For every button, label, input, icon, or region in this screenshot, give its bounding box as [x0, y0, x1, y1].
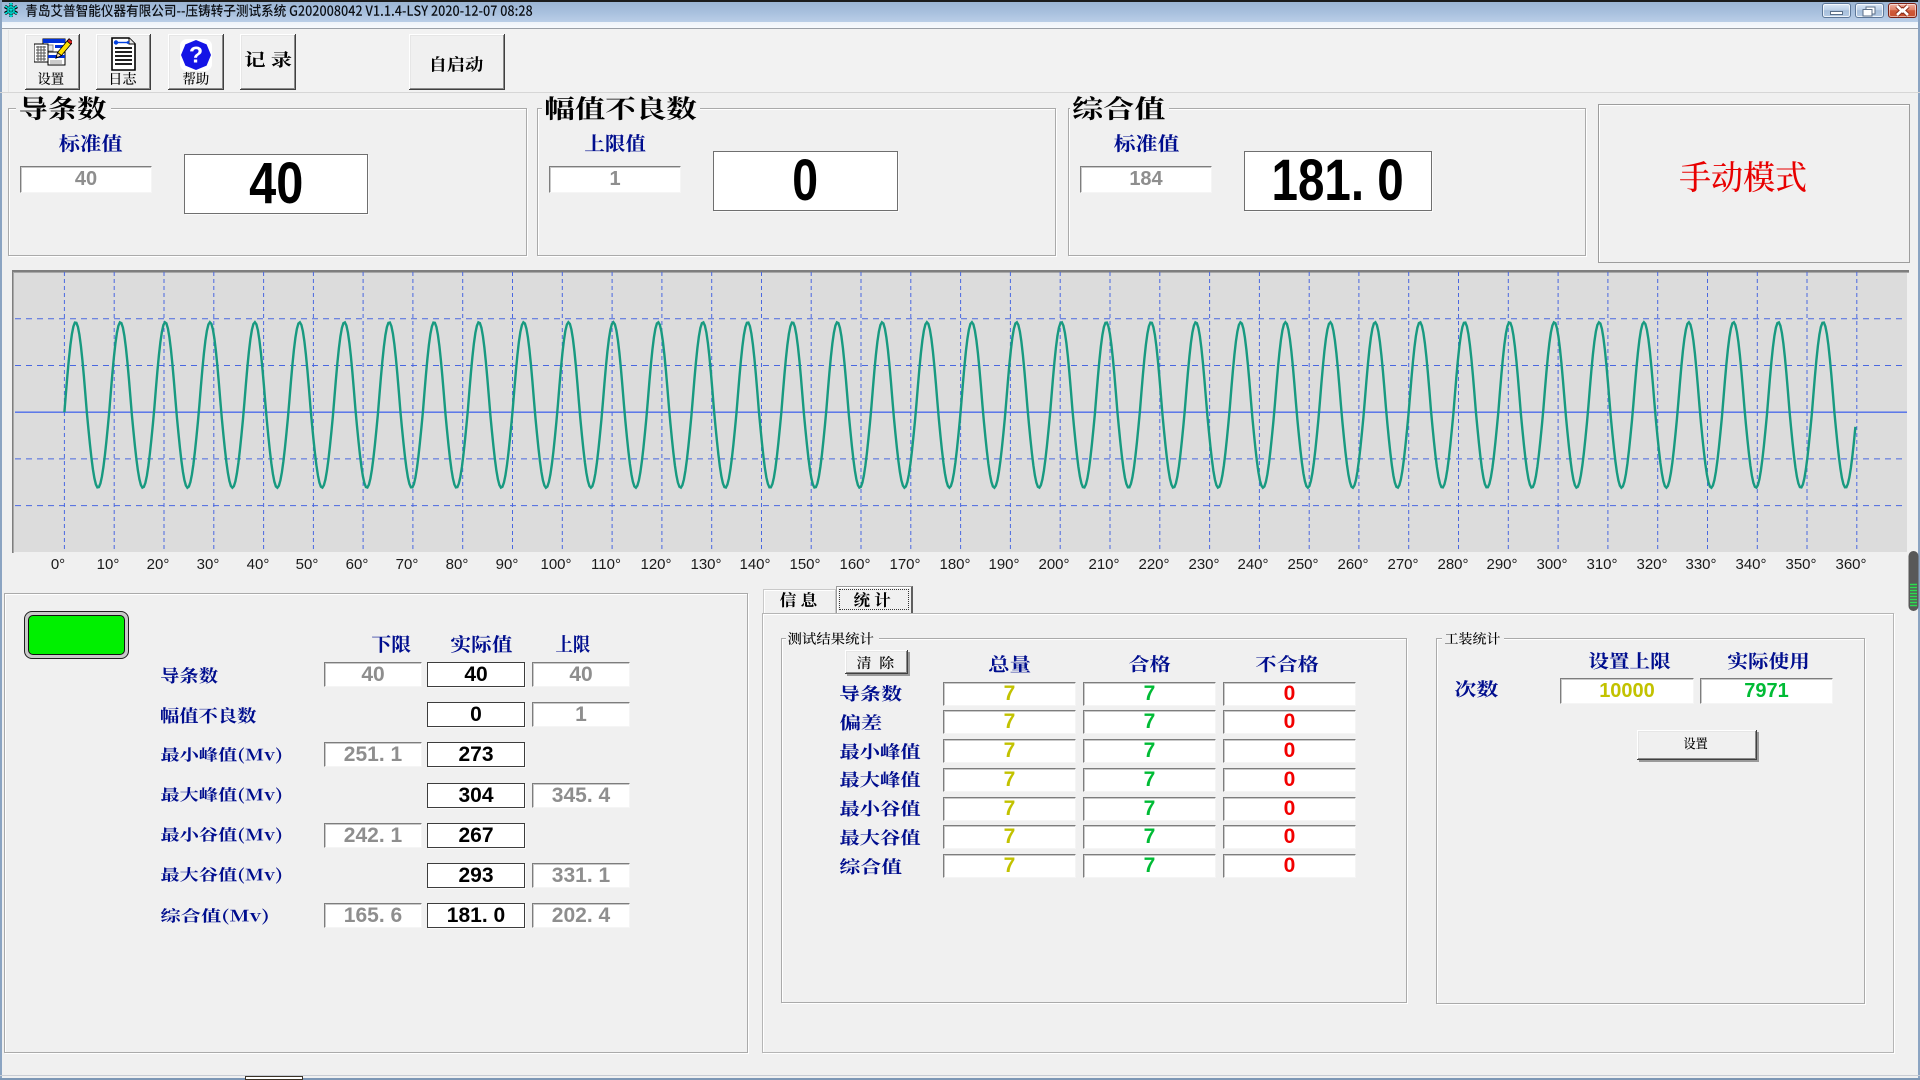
svg-text:?: ? [189, 42, 203, 68]
